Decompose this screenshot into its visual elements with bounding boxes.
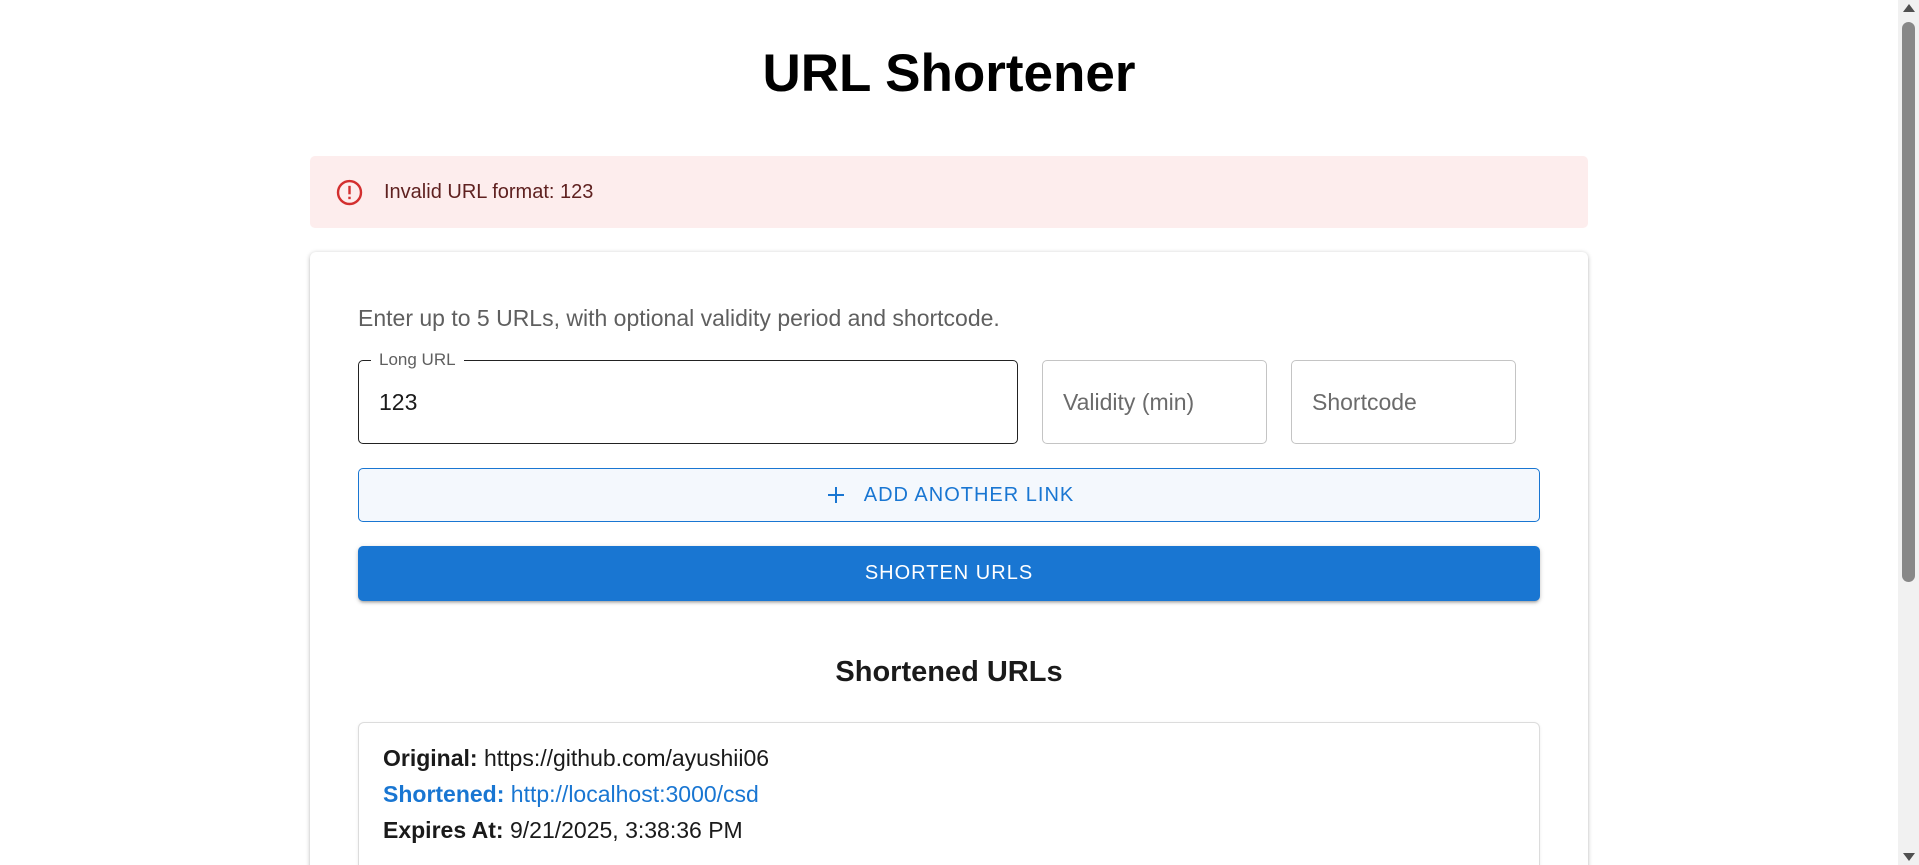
shortened-link[interactable]: http://localhost:3000/csd <box>511 781 759 807</box>
validity-field[interactable] <box>1042 360 1267 444</box>
error-alert: Invalid URL format: 123 <box>310 156 1588 228</box>
expires-value: 9/21/2025, 3:38:36 PM <box>509 817 743 843</box>
form-instructions: Enter up to 5 URLs, with optional validi… <box>358 305 1000 331</box>
shorten-urls-label: SHORTEN URLS <box>864 562 1034 584</box>
validity-input[interactable] <box>1063 361 1246 443</box>
scroll-up-arrow-icon[interactable] <box>1903 4 1915 12</box>
error-outline-icon <box>335 178 364 207</box>
plus-icon <box>827 487 844 503</box>
page: URL Shortener Invalid URL format: 123 En… <box>0 0 1919 865</box>
original-value: https://github.com/ayushii06 <box>483 745 770 771</box>
original-label: Original: <box>383 745 478 771</box>
result-card: Original: https://github.com/ayushii06 S… <box>358 722 1540 865</box>
shorten-urls-button[interactable]: SHORTEN URLS <box>358 546 1540 601</box>
scrollbar-thumb[interactable] <box>1902 22 1915 582</box>
scroll-down-arrow-icon[interactable] <box>1903 853 1915 861</box>
long-url-input[interactable] <box>379 361 997 443</box>
page-title: URL Shortener <box>762 44 1136 103</box>
shortcode-field[interactable] <box>1291 360 1516 444</box>
results-heading: Shortened URLs <box>835 656 1063 688</box>
alert-message: Invalid URL format: 123 <box>384 181 594 203</box>
shortened-row: Shortened: http://localhost:3000/csd <box>383 779 759 809</box>
expires-row: Expires At: 9/21/2025, 3:38:36 PM <box>383 815 743 845</box>
shortcode-input[interactable] <box>1312 361 1495 443</box>
shortened-label: Shortened: <box>383 781 505 807</box>
add-another-link-button[interactable]: ADD ANOTHER LINK <box>358 468 1540 522</box>
long-url-field[interactable]: Long URL <box>358 350 1018 444</box>
vertical-scrollbar[interactable] <box>1898 0 1919 865</box>
expires-label: Expires At: <box>383 817 504 843</box>
original-row: Original: https://github.com/ayushii06 <box>383 743 769 773</box>
add-another-link-label: ADD ANOTHER LINK <box>863 483 1075 506</box>
